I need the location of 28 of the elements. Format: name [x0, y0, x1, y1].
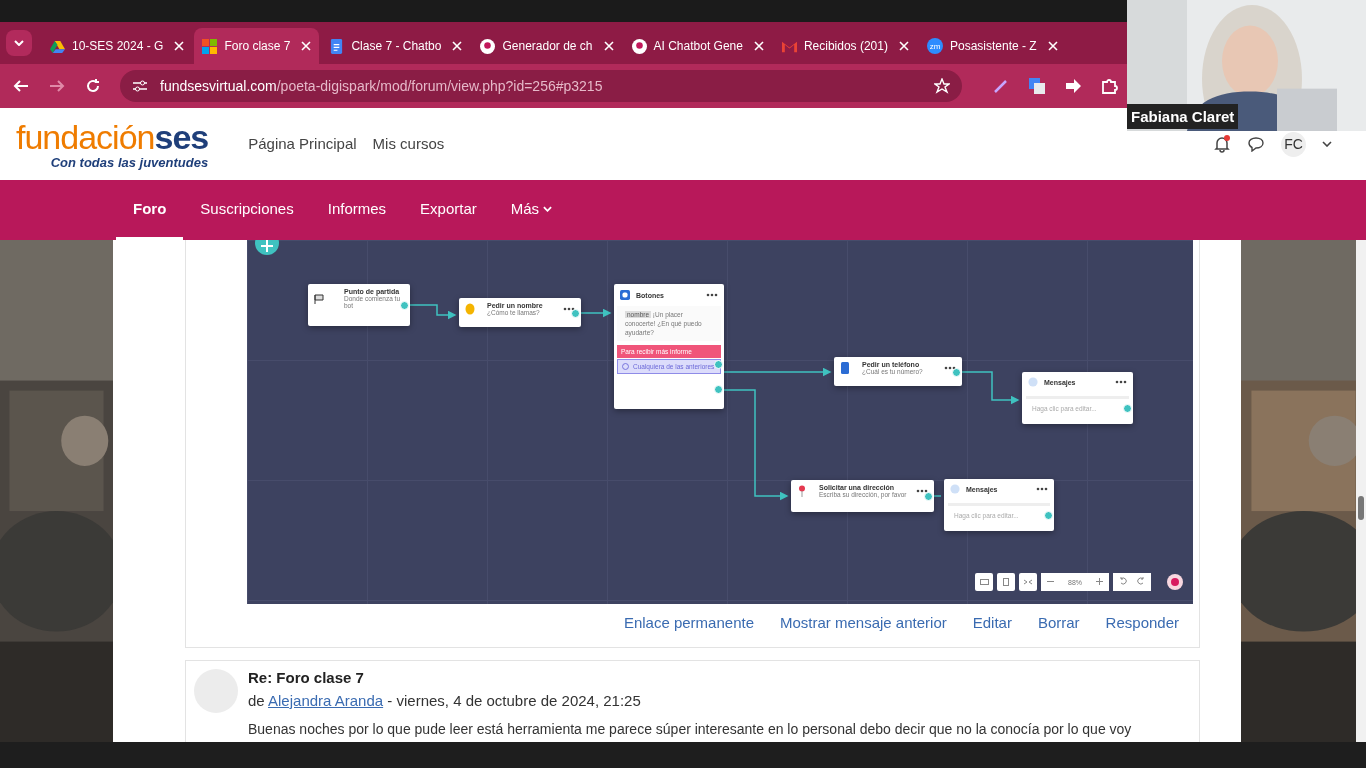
app-icon: zm [926, 38, 943, 54]
browser-tab[interactable]: AI Chatbot Gene [623, 28, 772, 64]
post-date: - viernes, 4 de octubre de 2024, 21:25 [387, 692, 641, 709]
post-title: Re: Foro clase 7 [248, 669, 365, 686]
browser-tab[interactable]: Generador de ch [472, 28, 622, 64]
browser-tab[interactable]: Recibidos (201) [773, 28, 917, 64]
nav-link[interactable]: Mis cursos [372, 135, 445, 152]
address-bar[interactable]: fundsesvirtual.com/poeta-digispark/mod/forum/view.php?id=256#p3215 [120, 70, 962, 102]
browser-tab[interactable]: Foro clase 7 [194, 28, 320, 64]
browser-tab[interactable]: 10-SES 2024 - G [42, 28, 193, 64]
post-body: Buenas noches por lo que pude leer está herramienta me parece súper interesante en lo personal debo decir que no la conocía por lo que voy [248, 721, 1133, 737]
browser-tab[interactable]: Clase 7 - Chatbo [321, 28, 471, 64]
post-action-link[interactable]: Editar [972, 614, 1012, 631]
post-action-link[interactable]: Borrar [1037, 614, 1080, 631]
course-nav-tab[interactable]: Informes [310, 180, 404, 240]
author-prefix: de [248, 692, 265, 709]
post-action-link[interactable]: Enlace permanente [623, 614, 754, 631]
post-action-link[interactable]: Mostrar mensaje anterior [780, 614, 947, 631]
course-nav-tab[interactable]: Suscripciones [183, 180, 311, 240]
course-nav-tab[interactable]: Exportar [403, 180, 494, 240]
nav-link[interactable]: Página Principal [248, 135, 357, 152]
site-logo[interactable]: fundaciónses Con todas las juventudes [16, 119, 209, 169]
participant-name: Fabiana Claret [1127, 104, 1239, 129]
author-link[interactable]: Alejandra Aranda [268, 692, 384, 709]
course-nav-tab[interactable]: Más [493, 180, 570, 240]
user-avatar[interactable]: FC [1281, 131, 1306, 157]
post-action-link[interactable]: Responder [1105, 614, 1179, 631]
browser-tab[interactable]: zm Posasistente - Z [918, 28, 1066, 64]
